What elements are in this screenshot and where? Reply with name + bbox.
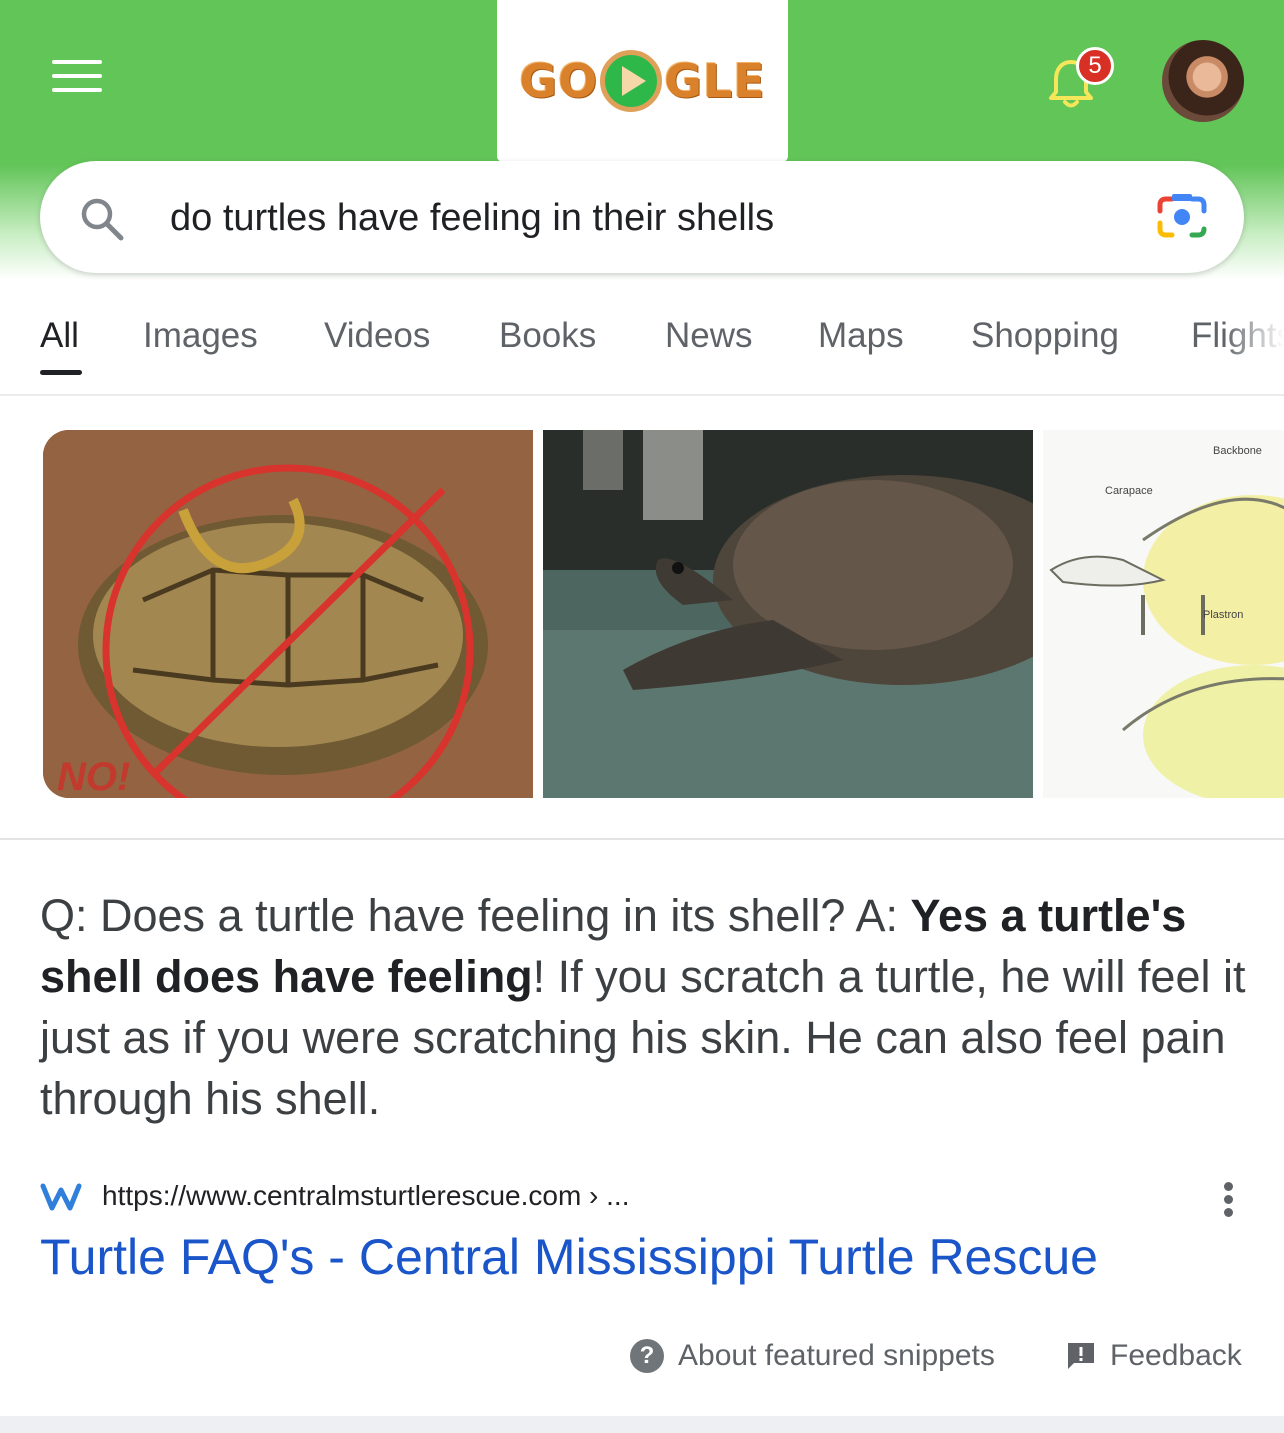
avatar[interactable] [1162,40,1244,122]
label-carapace: Carapace [1105,485,1153,497]
tab-all[interactable]: All [40,316,79,356]
tab-videos[interactable]: Videos [324,316,430,356]
logo-wordmark: GO GLE [519,50,765,112]
image-thumbnail-turtle-anatomy[interactable]: Backbone Carapace Plastron [1043,430,1284,798]
image-thumbnail-turtle-shell[interactable] [543,430,1033,798]
google-lens-icon[interactable] [1154,191,1210,243]
tab-books[interactable]: Books [499,316,596,356]
hamburger-menu-icon[interactable] [52,60,102,94]
tab-news[interactable]: News [665,316,753,356]
tab-images[interactable]: Images [143,316,258,356]
tab-shopping[interactable]: Shopping [971,316,1119,356]
about-featured-snippets-link[interactable]: ? About featured snippets [630,1336,995,1376]
section-divider [0,838,1284,840]
active-tab-indicator [40,370,82,375]
play-icon [600,50,663,112]
snippet-prefix: Q: Does a turtle have feeling in its she… [40,890,911,941]
tab-maps[interactable]: Maps [818,316,904,356]
result-title-link[interactable]: Turtle FAQ's - Central Mississippi Turtl… [40,1228,1098,1286]
logo-text-right: GLE [664,54,766,108]
result-source: https://www.centralmsturtlerescue.com › … [40,1178,1250,1218]
search-input[interactable]: do turtles have feeling in their shells [170,197,1120,240]
logo-text-left: GO [519,54,599,108]
overlay-no-text: NO! [57,755,130,798]
notification-badge: 5 [1076,47,1114,85]
image-results: NO! Backbone Carapace Plastron [0,430,1284,798]
search-tabs: All Images Videos Books News Maps Shoppi… [0,300,1284,396]
tab-flights[interactable]: Flights [1191,316,1284,356]
result-url[interactable]: https://www.centralmsturtlerescue.com › … [102,1180,630,1212]
feedback-icon [1068,1343,1094,1369]
image-thumbnail-tortoise-no[interactable]: NO! [43,430,533,798]
search-bar: do turtles have feeling in their shells [40,161,1244,273]
bottom-separator [0,1416,1284,1433]
featured-snippet-text: Q: Does a turtle have feeling in its she… [40,885,1250,1129]
more-options-icon[interactable] [1220,1182,1236,1218]
feedback-label: Feedback [1110,1339,1242,1372]
about-label: About featured snippets [678,1339,995,1372]
google-doodle-logo[interactable]: GO GLE [497,0,788,162]
weebly-favicon-icon [40,1183,82,1211]
feedback-link[interactable]: Feedback [1066,1336,1242,1376]
help-icon: ? [630,1339,664,1373]
label-backbone: Backbone [1213,445,1262,457]
search-icon[interactable] [78,195,126,243]
label-plastron: Plastron [1203,609,1243,621]
